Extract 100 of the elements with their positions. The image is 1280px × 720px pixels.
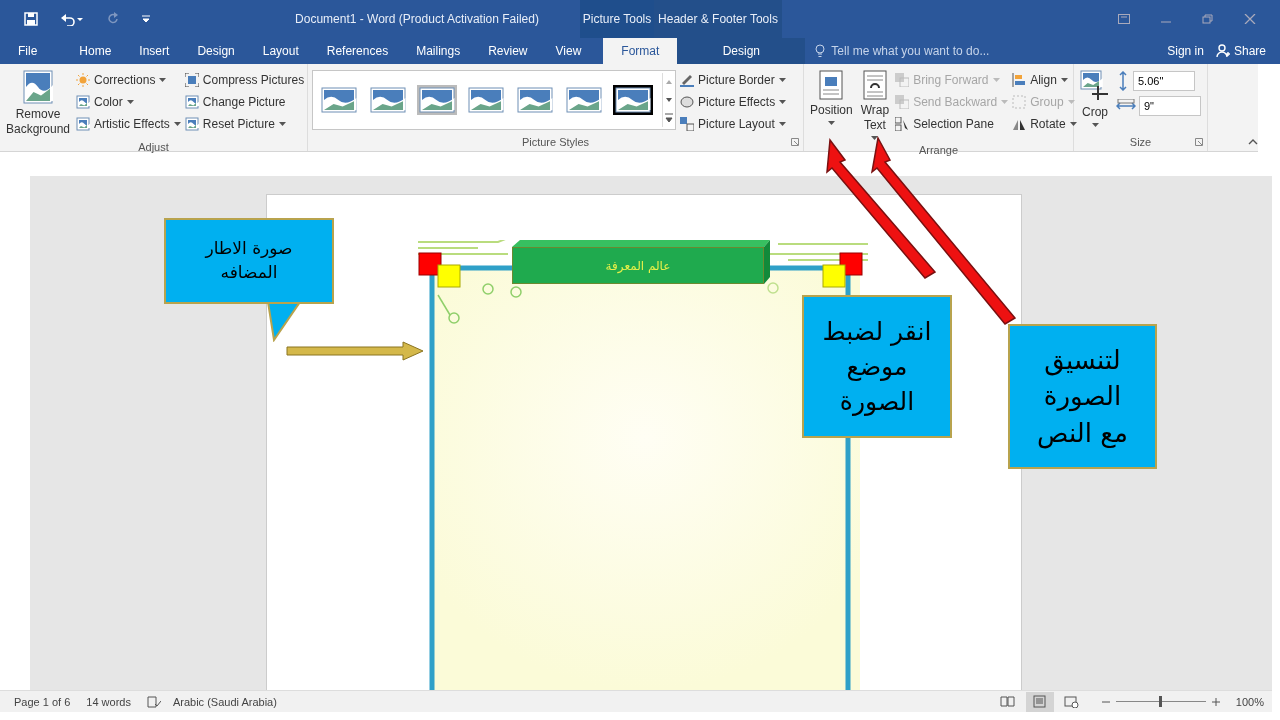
ribbon-tab[interactable]: Layout bbox=[248, 38, 313, 64]
caret-icon bbox=[779, 99, 787, 104]
picture-icon bbox=[321, 87, 357, 113]
language-label[interactable]: Arabic (Saudi Arabia) bbox=[172, 695, 277, 708]
ribbon-button[interactable]: Artistic Effects bbox=[76, 114, 181, 133]
group-label: Adjust bbox=[138, 141, 169, 153]
undo-icon[interactable] bbox=[60, 12, 84, 26]
ribbon-tab[interactable]: Format bbox=[603, 38, 678, 64]
group-label: Size bbox=[1129, 136, 1152, 148]
ribbon-button[interactable]: Wrap Text bbox=[858, 68, 892, 142]
size-field[interactable]: 9" bbox=[1139, 96, 1201, 116]
picture-style[interactable] bbox=[613, 85, 653, 115]
word-count[interactable]: 14 words bbox=[86, 695, 131, 708]
caret-icon bbox=[1067, 99, 1075, 104]
ribbon-button[interactable]: Remove Background bbox=[4, 68, 73, 139]
picture-icon bbox=[23, 70, 53, 104]
ribbon-button[interactable]: Position bbox=[808, 68, 855, 142]
ribbon-button[interactable]: Picture Effects bbox=[680, 92, 787, 111]
ribbon-button[interactable]: Reset Picture bbox=[184, 114, 286, 133]
person-icon bbox=[1215, 44, 1230, 58]
print-view-button[interactable] bbox=[1025, 691, 1054, 712]
save-icon[interactable] bbox=[24, 12, 38, 26]
arrow-icon bbox=[286, 341, 426, 361]
proofing-icon[interactable] bbox=[146, 695, 161, 708]
banner-text: عالم المعرفة bbox=[512, 247, 764, 284]
restore-icon[interactable] bbox=[1202, 14, 1214, 24]
ribbon-button[interactable]: Selection Pane bbox=[895, 114, 994, 133]
caret-icon bbox=[871, 136, 879, 140]
zoom-in-icon[interactable] bbox=[1211, 697, 1220, 706]
ribbon-button[interactable]: Corrections bbox=[76, 70, 167, 89]
callout-box: صورة الاطار المضافه bbox=[164, 218, 334, 304]
print-view-icon bbox=[1032, 695, 1048, 708]
close-icon[interactable] bbox=[1244, 14, 1256, 24]
caret-icon bbox=[778, 121, 786, 126]
zoom-level[interactable]: 100% bbox=[1235, 695, 1264, 708]
picture-icon bbox=[566, 87, 602, 113]
ribbon-button[interactable]: Rotate bbox=[1012, 114, 1077, 133]
customize-icon[interactable] bbox=[142, 15, 150, 23]
caret-icon bbox=[126, 99, 134, 104]
context-tab-group: Header & Footer Tools bbox=[654, 0, 782, 38]
layout-icon bbox=[680, 116, 694, 131]
picture-icon bbox=[468, 87, 504, 113]
redo-icon[interactable] bbox=[106, 12, 120, 26]
sun-icon bbox=[76, 72, 91, 87]
caret-icon bbox=[159, 77, 167, 82]
lightbulb-icon bbox=[815, 44, 826, 58]
dialog-launcher-icon[interactable] bbox=[1195, 138, 1203, 146]
size-field[interactable]: 5.06" bbox=[1133, 71, 1195, 91]
group-icon bbox=[1012, 94, 1027, 109]
ribbon-button[interactable]: Color bbox=[76, 92, 134, 111]
ribbon-button[interactable]: Compress Pictures bbox=[184, 70, 305, 89]
ribbon-button[interactable]: Change Picture bbox=[184, 92, 286, 111]
ribbon-button[interactable]: Picture Border bbox=[680, 70, 786, 89]
collapse-icon[interactable] bbox=[1248, 139, 1258, 145]
page-count[interactable]: Page 1 of 6 bbox=[14, 695, 71, 708]
ribbon-tab[interactable]: References bbox=[312, 38, 403, 64]
group-label: Arrange bbox=[918, 144, 959, 156]
caret-icon bbox=[1001, 99, 1009, 104]
align-icon bbox=[1012, 72, 1027, 87]
height-icon bbox=[1116, 71, 1130, 91]
picture-icon bbox=[76, 116, 91, 131]
caret-icon bbox=[992, 77, 1000, 82]
sign-in-link[interactable]: Sign in bbox=[1167, 44, 1204, 58]
web-view-icon bbox=[1064, 695, 1080, 708]
picture-icon bbox=[615, 87, 651, 113]
layers-icon bbox=[895, 72, 910, 87]
ribbon-tab[interactable]: View bbox=[541, 38, 596, 64]
zoom-thumb[interactable] bbox=[1159, 696, 1163, 707]
ribbon-tab[interactable]: File bbox=[0, 38, 48, 64]
ribbon-tab[interactable]: Mailings bbox=[402, 38, 475, 64]
caret-icon bbox=[1091, 123, 1099, 127]
ribbon-tab[interactable]: Review bbox=[474, 38, 542, 64]
ribbon-options-icon[interactable] bbox=[1118, 14, 1130, 24]
ribbon-button[interactable]: Crop bbox=[1078, 68, 1112, 134]
layers-icon bbox=[895, 94, 910, 109]
picture-icon bbox=[76, 94, 91, 109]
callout-box: انقر لضبط موضع الصورة bbox=[802, 295, 952, 438]
share-button[interactable]: Share bbox=[1215, 44, 1266, 58]
ribbon-tab[interactable]: Insert bbox=[125, 38, 184, 64]
picture-icon bbox=[370, 87, 406, 113]
compress-icon bbox=[184, 72, 199, 87]
dialog-launcher-icon[interactable] bbox=[791, 138, 799, 146]
page-icon bbox=[862, 70, 887, 100]
ribbon-button[interactable]: Picture Layout bbox=[680, 114, 786, 133]
picture-icon bbox=[419, 87, 455, 113]
ribbon-tab[interactable]: Design bbox=[183, 38, 249, 64]
ribbon-tab[interactable]: Design bbox=[677, 38, 806, 64]
tell-me-field[interactable]: Tell me what you want to do... bbox=[831, 44, 1032, 58]
crop-icon bbox=[1080, 70, 1110, 102]
pencil-icon bbox=[680, 72, 694, 87]
callout-box: لتنسيق الصورة مع النص bbox=[1008, 324, 1157, 469]
caret-icon bbox=[827, 121, 835, 125]
ribbon-tab[interactable]: Home bbox=[65, 38, 126, 64]
picture-icon bbox=[184, 116, 199, 131]
pane-icon bbox=[895, 116, 910, 131]
caret-icon bbox=[1060, 77, 1068, 82]
picture-icon bbox=[184, 94, 199, 109]
picture-icon bbox=[517, 87, 553, 113]
ribbon-button[interactable]: Align bbox=[1012, 70, 1068, 89]
caret-icon bbox=[278, 121, 286, 126]
